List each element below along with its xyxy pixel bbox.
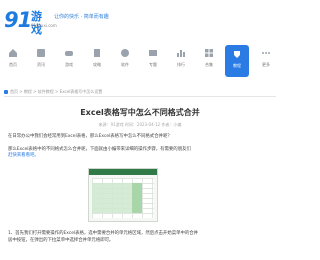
logo-subtext: 91youxi.com xyxy=(31,23,57,28)
nav-label: 软件 xyxy=(121,62,129,67)
article-image xyxy=(88,168,158,222)
article-paragraph: 在日常办公中我们会经常用到Excel表格，那么Excel表格写中怎么不同格式合并… xyxy=(8,134,172,140)
breadcrumb[interactable]: 首页 > 教程 > 软件教程 > Excel表格写中怎么设置 xyxy=(4,89,102,95)
nav-item-collection[interactable]: 合集 xyxy=(198,44,220,80)
nav-item-topic[interactable]: 专题 xyxy=(142,44,164,80)
news-icon xyxy=(37,49,45,57)
logo-number: 91 xyxy=(4,8,32,32)
image-cells xyxy=(92,183,132,213)
article-paragraph: 1、首先我们打开需要操作的Excel表格，选中需要合并的单元格区域，然后点击开始… xyxy=(8,231,198,237)
nav-label: 合集 xyxy=(205,62,213,67)
guide-icon xyxy=(94,49,100,57)
topic-icon xyxy=(149,50,157,56)
divider xyxy=(4,96,276,97)
article-paragraph: 居中按钮，在弹出的下拉菜单中选择合并单元格即可。 xyxy=(8,238,113,244)
nav-item-guide[interactable]: 攻略 xyxy=(86,44,108,80)
software-icon xyxy=(121,49,129,57)
nav-label: 资讯 xyxy=(37,62,45,67)
nav-item-more[interactable]: 更多 xyxy=(255,44,277,80)
breadcrumb-text: 首页 > 教程 > 软件教程 > Excel表格写中怎么设置 xyxy=(10,89,103,94)
nav-label: 教程 xyxy=(233,63,241,68)
paragraph-text: 赶快来看看吧。 xyxy=(8,153,39,158)
home-icon xyxy=(9,49,17,57)
nav-label: 排行 xyxy=(177,62,185,67)
nav-label: 攻略 xyxy=(93,62,101,67)
nav-label: 更多 xyxy=(262,62,270,67)
nav-item-news[interactable]: 资讯 xyxy=(30,44,52,80)
site-header: 91 游戏 91youxi.com 让你的快乐 · 简单而有趣 xyxy=(0,0,280,38)
paragraph-text: 那么Excel表格中的不同格式怎么合并呢，下面就由小编带来详细的操作步骤，有需要… xyxy=(8,147,191,152)
home-icon xyxy=(4,90,8,94)
article-title: Excel表格写中怎么不同格式合并 xyxy=(80,108,200,117)
more-icon xyxy=(262,52,270,54)
game-icon xyxy=(65,51,73,56)
site-slogan: 让你的快乐 · 简单而有趣 xyxy=(54,14,109,20)
nav-item-game[interactable]: 游戏 xyxy=(58,44,80,80)
tutorial-icon xyxy=(234,51,240,58)
image-cells xyxy=(132,183,142,213)
nav-item-software[interactable]: 软件 xyxy=(114,44,136,80)
nav-item-rank[interactable]: 排行 xyxy=(170,44,192,80)
collection-icon xyxy=(205,49,213,57)
nav-label: 游戏 xyxy=(65,62,73,67)
nav-item-home[interactable]: 首页 xyxy=(2,44,24,80)
nav-label: 首页 xyxy=(9,62,17,67)
paragraph-text: 1、首先我们打开需要操作的Excel表格，选中需要合并的单元格区域，然后点击开始… xyxy=(8,231,199,236)
nav-label: 专题 xyxy=(149,62,157,67)
rank-icon xyxy=(177,50,185,57)
paragraph-text: 在日常办公中我们会经常用到Excel表格，那么Excel表格写中怎么不同格式合并… xyxy=(8,134,172,139)
main-nav: 首页 资讯 游戏 攻略 软件 专题 排行 合集 教程 更多 xyxy=(0,44,280,82)
nav-item-tutorial[interactable]: 教程 xyxy=(225,45,249,77)
paragraph-text: 居中按钮，在弹出的下拉菜单中选择合并单元格即可。 xyxy=(8,238,114,243)
article-info: 来源：91游戏 时间：2023-04-12 作者：小编 xyxy=(98,122,182,127)
image-toolbar xyxy=(89,169,157,175)
article-paragraph: 赶快来看看吧。 xyxy=(8,153,39,159)
